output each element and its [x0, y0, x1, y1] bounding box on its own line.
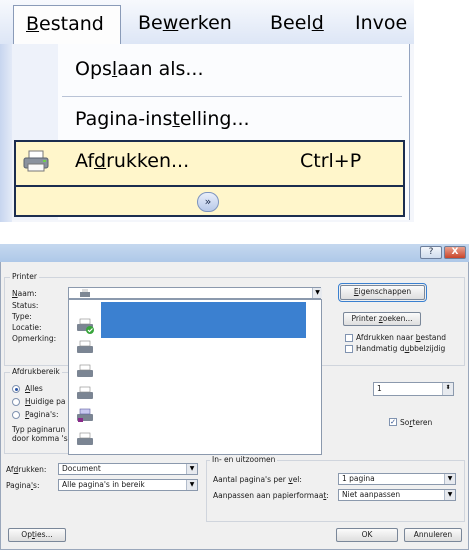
collate-label: Sorteren	[400, 418, 433, 427]
range-current-label: Huidige pa	[25, 397, 66, 406]
chevron-down-icon[interactable]: ▼	[444, 490, 455, 500]
per-sheet-label: Aantal pagina's per vel:	[213, 475, 302, 484]
properties-button[interactable]: Eigenschappen	[338, 283, 427, 302]
menu-separator	[62, 96, 402, 97]
range-pages-label: Pagina's:	[25, 410, 59, 419]
print-what-label: Afdrukken:	[6, 465, 47, 474]
range-group-label: Afdrukbereik	[10, 367, 62, 376]
chevron-down-icon[interactable]: ▼	[312, 288, 322, 298]
cancel-button[interactable]: Annuleren	[404, 528, 462, 542]
menu-beeld[interactable]: Beeld	[270, 5, 324, 41]
printer-icon	[77, 432, 93, 445]
range-hint: Typ paginarun	[12, 425, 66, 434]
menu-bewerken[interactable]: Bewerken	[138, 5, 232, 41]
print-to-file-checkbox[interactable]	[345, 334, 353, 342]
scale-select[interactable]: Niet aanpassen ▼	[338, 489, 456, 501]
per-sheet-select[interactable]: 1 pagina ▼	[338, 473, 456, 485]
print-to-file-label: Afdrukken naar bestand	[356, 333, 447, 342]
chevron-down-icon[interactable]: ▼	[444, 474, 455, 484]
options-button[interactable]: Opties...	[8, 528, 66, 542]
range-hint: door komma 's	[12, 434, 68, 443]
range-current-radio[interactable]	[12, 398, 20, 406]
find-printer-button[interactable]: Printer zoeken...	[343, 312, 421, 326]
spin-icon[interactable]: ⬍	[442, 383, 453, 395]
toolbar-grip	[0, 44, 12, 222]
chevron-down-icon[interactable]: ▼	[186, 480, 197, 490]
menu-invoegen[interactable]: Invoe	[355, 5, 407, 41]
printer-icon	[77, 364, 93, 377]
scale-label: Aanpassen aan papierformaat:	[213, 491, 329, 500]
menu-item-opslaan-als[interactable]: Opslaan als...	[75, 58, 204, 80]
locatie-label: Locatie:	[12, 323, 42, 332]
naam-label: Naam:	[12, 289, 37, 298]
printer-icon	[77, 386, 93, 399]
printer-icon	[23, 150, 49, 172]
dialog-titlebar	[0, 244, 469, 262]
help-icon[interactable]: ?	[420, 246, 442, 259]
status-label: Status:	[12, 301, 39, 310]
printer-group-label: Printer	[10, 272, 39, 281]
shortcut-label: Ctrl+P	[300, 150, 362, 172]
manual-duplex-checkbox[interactable]	[345, 345, 353, 353]
printer-icon	[77, 340, 93, 353]
menu-separator	[16, 185, 403, 187]
chevron-down-icon[interactable]: ▼	[186, 464, 197, 474]
ok-button[interactable]: OK	[336, 528, 398, 542]
menu-item-afdrukken-label: Afdrukken...	[75, 150, 190, 172]
opmerking-label: Opmerking:	[12, 334, 57, 343]
printer-icon	[80, 289, 90, 297]
range-pages-radio[interactable]	[12, 411, 20, 419]
printer-list-selection[interactable]	[101, 302, 306, 338]
double-chevron-icon[interactable]: »	[197, 192, 219, 212]
manual-duplex-label: Handmatig dubbelzijdig	[356, 344, 446, 353]
menu-item-pagina-instelling[interactable]: Pagina-instelling...	[75, 108, 250, 130]
collate-checkbox[interactable]: ✓	[389, 418, 397, 426]
range-all-radio[interactable]	[12, 385, 20, 393]
printer-combobox[interactable]	[68, 287, 321, 299]
close-icon[interactable]: X	[444, 246, 466, 259]
menu-bestand[interactable]: Bestand	[13, 5, 121, 45]
pages-select[interactable]: Alle pagina's in bereik ▼	[58, 479, 198, 491]
printer-fax-icon	[77, 408, 93, 422]
print-what-select[interactable]: Document ▼	[58, 463, 198, 475]
file-menu-zoom: Bestand Bewerken Beeld Invoe Opslaan als…	[0, 0, 414, 222]
printer-check-icon	[77, 318, 94, 334]
type-label: Type:	[12, 312, 32, 321]
range-all-label: Alles	[25, 384, 43, 393]
copies-spinner[interactable]: 1 ⬍	[373, 382, 454, 396]
zoom-group-label: In- en uitzoomen	[210, 455, 278, 464]
pages-label: Pagina's:	[6, 481, 40, 490]
